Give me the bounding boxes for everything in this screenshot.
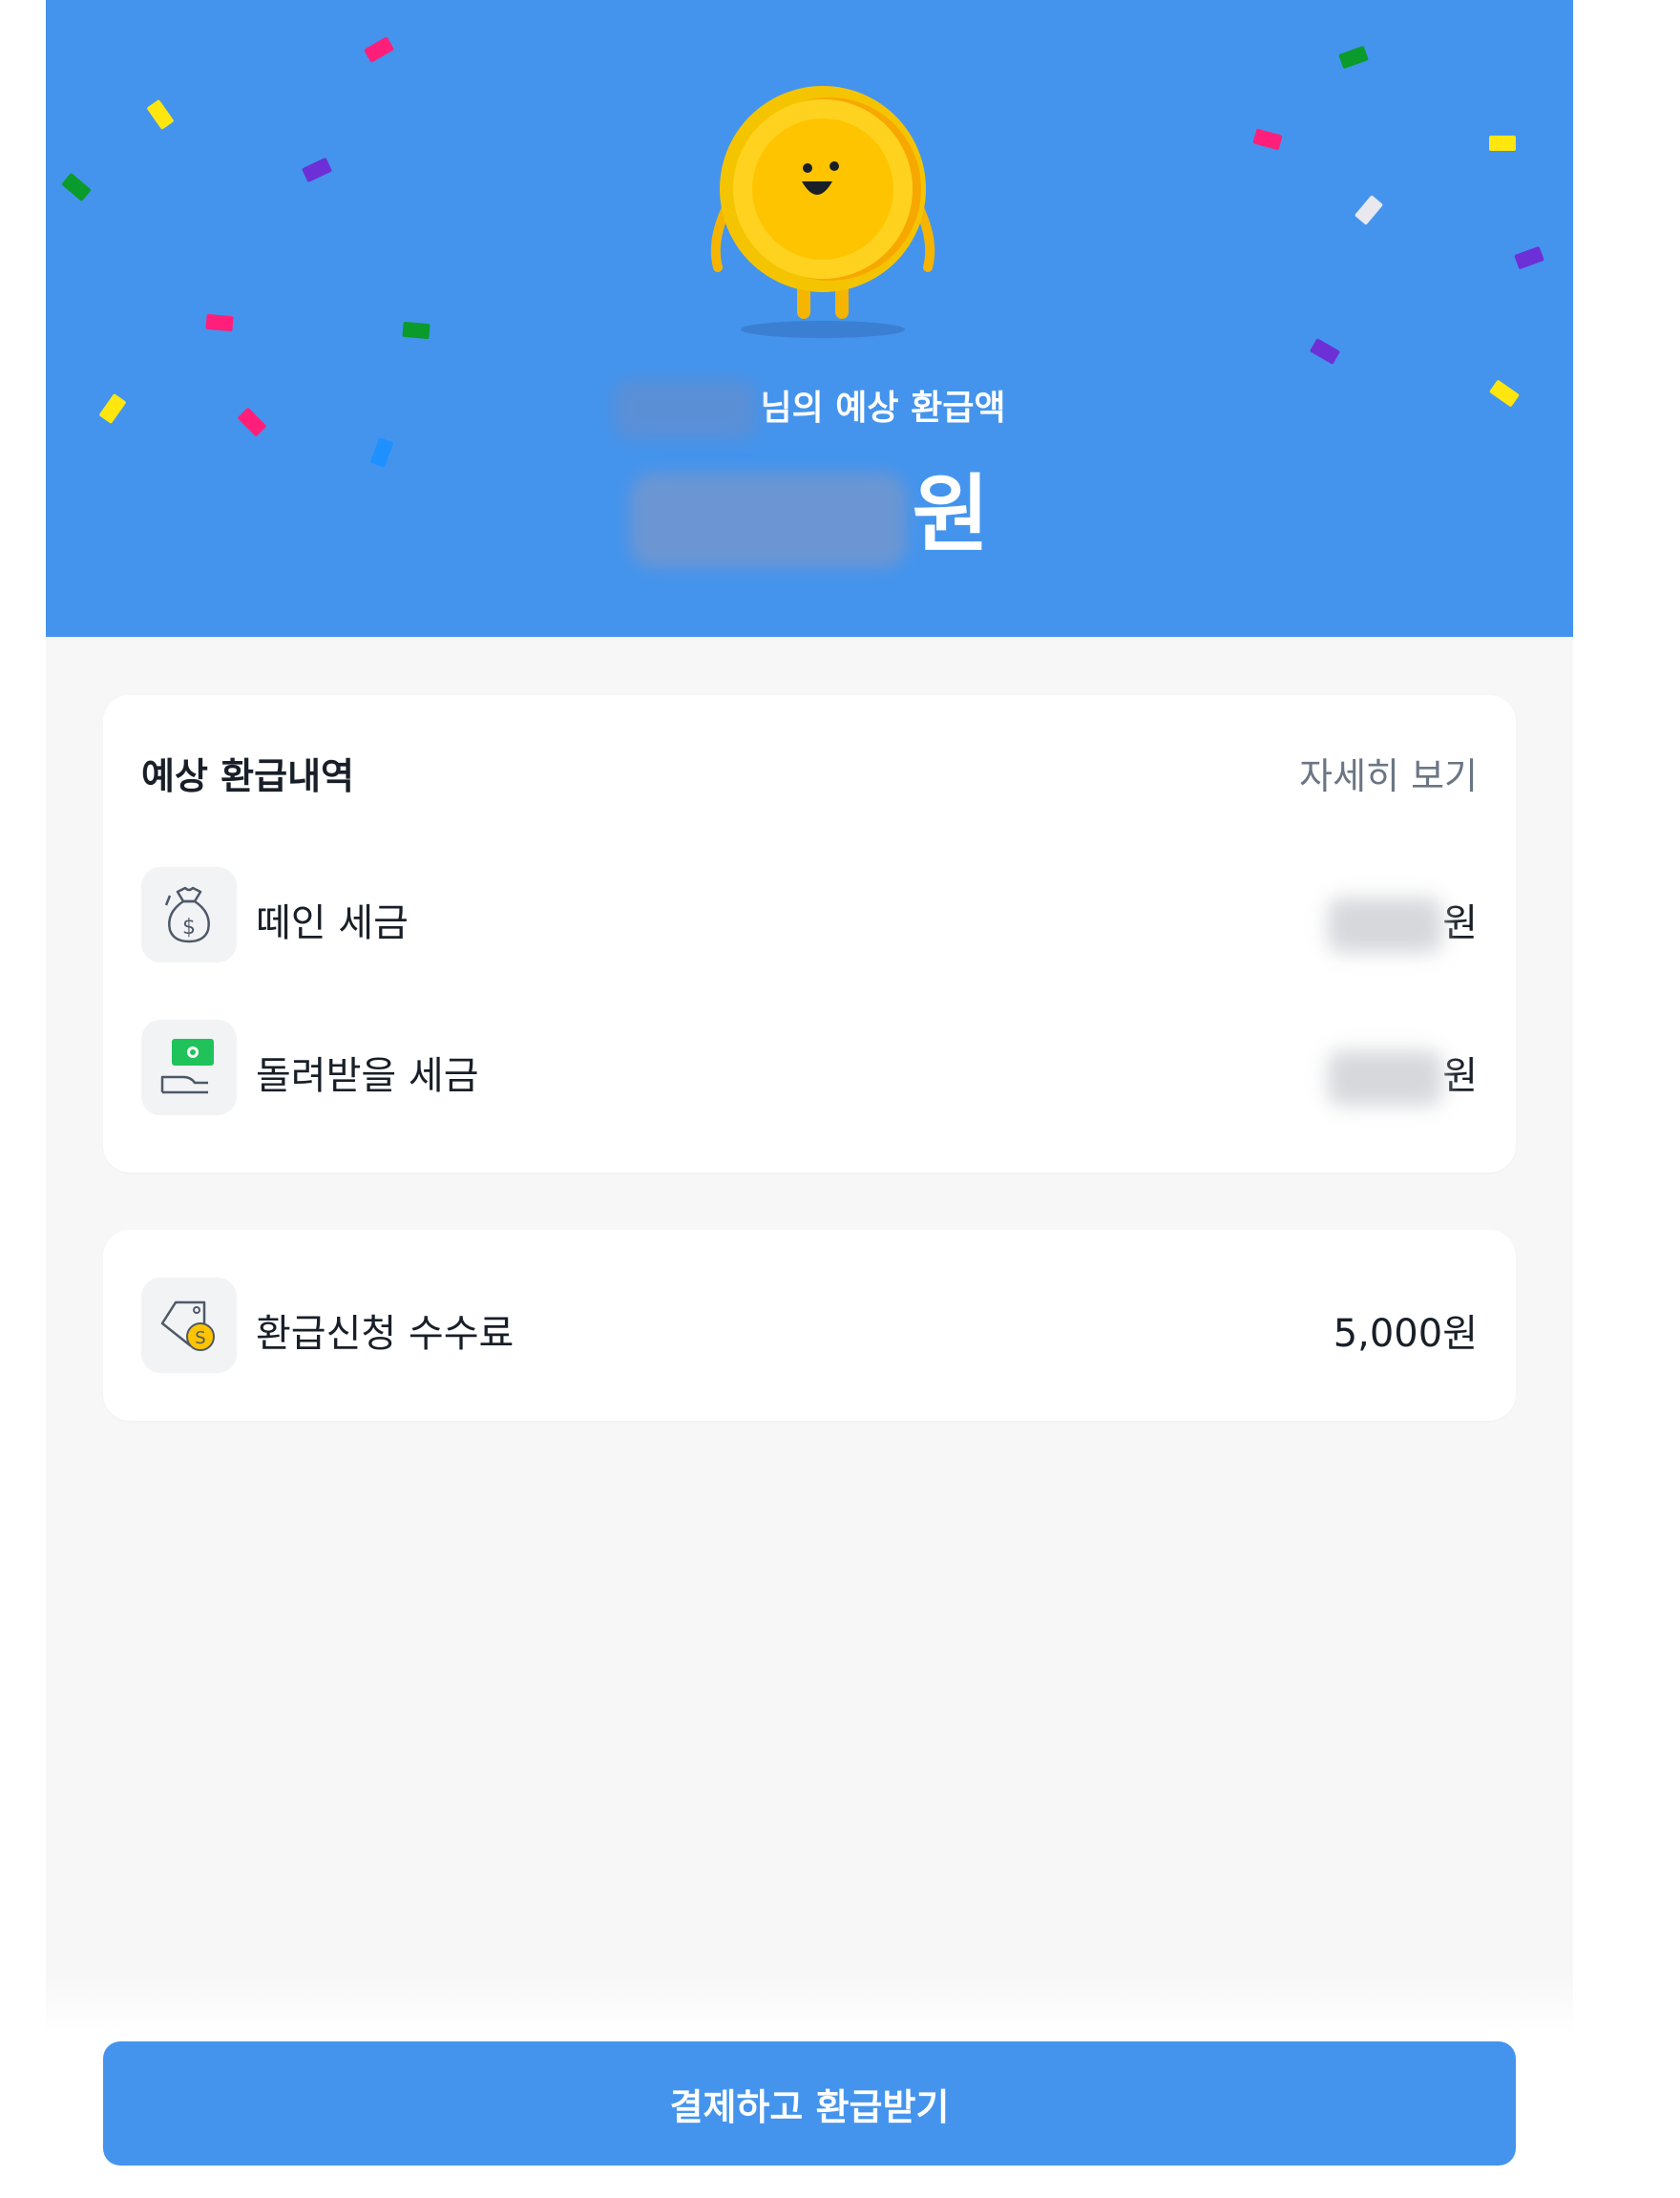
withheld-tax-unit: 원	[1442, 901, 1478, 945]
confetti-piece	[61, 172, 92, 202]
money-bag-icon: $	[141, 867, 237, 962]
refundable-tax-label: 돌려받을 세금	[256, 1054, 479, 1098]
refundable-tax-row: 돌려받을 세금 원	[141, 1020, 1478, 1115]
app-screen: 님의 예상 환급액 원 예상 환급내역 자세히 보기 $ 떼인 세금 원 돌려받…	[46, 0, 1573, 2198]
svg-text:$: $	[182, 916, 196, 940]
blurred-user-name	[613, 380, 757, 439]
refund-fee-card: S 환급신청 수수료 5,000원	[103, 1230, 1516, 1421]
fee-label: 환급신청 수수료	[256, 1312, 514, 1356]
price-tag-coin-icon: S	[141, 1278, 237, 1373]
blurred-refundable-tax	[1328, 1050, 1443, 1106]
fee-row: S 환급신청 수수료 5,000원	[141, 1278, 1478, 1373]
confetti-piece	[402, 321, 430, 340]
confetti-piece	[1514, 245, 1544, 270]
confetti-piece	[205, 313, 234, 332]
refundable-tax-value: 원	[1328, 1045, 1478, 1106]
pay-and-get-refund-button[interactable]: 결제하고 환급받기	[103, 2041, 1516, 2166]
blurred-amount	[629, 473, 907, 569]
withheld-tax-label: 떼인 세금	[256, 901, 409, 945]
blurred-withheld-tax	[1328, 898, 1443, 953]
confetti-piece	[1309, 338, 1341, 365]
refundable-tax-unit: 원	[1442, 1054, 1478, 1098]
fee-value: 5,000원	[1333, 1312, 1478, 1356]
confetti-piece	[301, 157, 333, 183]
refund-subtitle: 님의 예상 환급액	[46, 380, 1573, 439]
view-details-link[interactable]: 자세히 보기	[1299, 747, 1478, 799]
confetti-piece	[1338, 45, 1369, 70]
confetti-piece	[146, 98, 175, 131]
confetti-piece	[1252, 128, 1283, 151]
confetti-piece	[363, 36, 395, 63]
cash-hand-icon	[141, 1020, 237, 1115]
coin-mascot-icon	[710, 86, 935, 338]
amount-unit: 원	[912, 465, 990, 563]
refund-amount: 원	[46, 447, 1573, 569]
refund-breakdown-card: 예상 환급내역 자세히 보기 $ 떼인 세금 원 돌려받을 세금 원	[103, 695, 1516, 1173]
refund-hero: 님의 예상 환급액 원	[46, 0, 1573, 637]
breakdown-title: 예상 환급내역	[141, 755, 354, 797]
subtitle-text: 님의 예상 환급액	[760, 389, 1006, 428]
svg-text:S: S	[195, 1328, 205, 1348]
confetti-piece	[1354, 195, 1384, 225]
withheld-tax-value: 원	[1328, 892, 1478, 953]
confetti-piece	[1489, 136, 1516, 151]
withheld-tax-row: $ 떼인 세금 원	[141, 867, 1478, 962]
